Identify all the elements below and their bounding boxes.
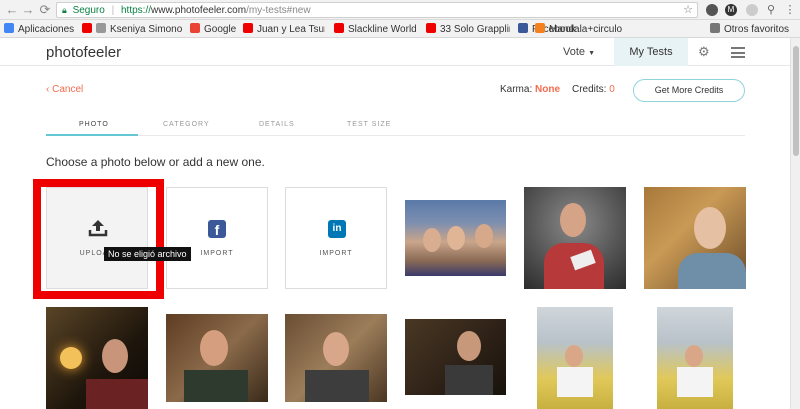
photo-thumbnail[interactable]	[657, 307, 733, 409]
youtube-icon	[82, 23, 92, 33]
youtube-icon	[243, 23, 253, 33]
extension-gray-icon[interactable]	[746, 4, 758, 16]
forward-icon[interactable]: →	[20, 2, 36, 18]
photo-thumbnail[interactable]	[166, 314, 268, 402]
bookmark-item[interactable]: Kseniya Simonov	[82, 23, 182, 35]
step-tabs: PHOTO CATEGORY DETAILS TEST SIZE	[46, 116, 745, 136]
no-file-tooltip: No se eligió archivo	[104, 247, 191, 261]
blogger-icon	[535, 23, 545, 33]
menu-dots-icon[interactable]: ⋮	[784, 4, 796, 16]
youtube-icon	[334, 23, 344, 33]
extension-m-icon[interactable]: M	[725, 4, 737, 16]
cancel-link[interactable]: ‹ Cancel	[46, 84, 83, 95]
facebook-import-tile[interactable]: f IMPORT	[166, 187, 268, 289]
scrollbar-thumb[interactable]	[793, 46, 799, 156]
url-host: www.photofeeler.com	[151, 5, 247, 16]
red-highlight-box	[33, 179, 164, 299]
tab-category[interactable]: CATEGORY	[163, 121, 210, 128]
apps-icon	[4, 23, 14, 33]
other-bookmarks[interactable]: Otros favoritos	[710, 23, 798, 35]
caret-down-icon: ▼	[588, 50, 596, 57]
bookmark-item[interactable]: Aplicaciones	[4, 23, 86, 35]
photo-thumbnail[interactable]	[285, 314, 387, 402]
url-path: /my-tests#new	[246, 5, 311, 16]
linkedin-import-tile[interactable]: in IMPORT	[285, 187, 387, 289]
tab-photo[interactable]: PHOTO	[79, 121, 109, 128]
bookmark-item[interactable]: Slackline Worldc	[334, 23, 416, 35]
lock-icon: 🔒︎	[62, 5, 67, 15]
bookmark-item[interactable]: Mandala+circulo	[535, 23, 625, 35]
credits-value: 0	[609, 84, 615, 95]
photo-thumbnail[interactable]	[46, 307, 148, 409]
back-icon[interactable]: ←	[4, 2, 20, 18]
photo-thumbnail[interactable]	[537, 307, 613, 409]
bookmark-star-icon[interactable]: ☆	[683, 3, 693, 17]
linkedin-icon: in	[328, 220, 346, 238]
url-protocol: https://	[121, 5, 152, 16]
linkedin-import-label: IMPORT	[319, 250, 353, 257]
address-bar[interactable]: 🔒︎ Seguro | https://www.photofeeler.com/…	[56, 2, 698, 18]
karma-value: None	[535, 84, 561, 95]
reload-icon[interactable]: ⟳	[37, 2, 53, 18]
my-tests-tab[interactable]: My Tests	[614, 38, 688, 66]
bookmarks-bar: Aplicaciones Kseniya Simonov Google Juan…	[0, 20, 800, 38]
extension-icon[interactable]	[706, 4, 718, 16]
google-icon	[190, 23, 200, 33]
folder-icon	[710, 23, 720, 33]
tab-details[interactable]: DETAILS	[259, 121, 295, 128]
karma-info: Karma: None	[500, 84, 561, 95]
tab-test-size[interactable]: TEST SIZE	[347, 121, 391, 128]
instruction-text: Choose a photo below or add a new one.	[46, 155, 265, 169]
site-logo[interactable]: photofeeler	[46, 44, 121, 61]
active-tab-indicator	[46, 134, 138, 136]
secure-label: Seguro	[72, 5, 105, 16]
facebook-icon: f	[208, 220, 226, 238]
bookmark-item[interactable]: 33 Solo Grappling	[426, 23, 510, 35]
get-more-credits-button[interactable]: Get More Credits	[633, 79, 745, 102]
site-header: photofeeler Vote ▼ My Tests ⚙	[0, 38, 800, 66]
bookmark-item[interactable]: Juan y Lea Tsuna	[243, 23, 325, 35]
facebook-icon	[518, 23, 528, 33]
bookmark-favicon	[96, 23, 106, 33]
vote-menu[interactable]: Vote ▼	[563, 46, 595, 58]
photo-thumbnail[interactable]	[524, 187, 626, 289]
hamburger-menu-icon[interactable]	[731, 47, 745, 58]
page-scrollbar[interactable]	[790, 38, 800, 409]
credits-info: Credits: 0	[572, 84, 615, 95]
youtube-icon	[426, 23, 436, 33]
gear-icon[interactable]: ⚙	[698, 44, 710, 60]
browser-toolbar: ← → ⟳ 🔒︎ Seguro | https://www.photofeele…	[0, 0, 800, 20]
photo-thumbnail[interactable]	[644, 187, 746, 289]
search-icon[interactable]: ⚲	[765, 4, 777, 16]
photo-thumbnail[interactable]	[405, 319, 506, 395]
photo-thumbnail[interactable]	[405, 200, 506, 276]
bookmark-item[interactable]: Google	[190, 23, 242, 35]
